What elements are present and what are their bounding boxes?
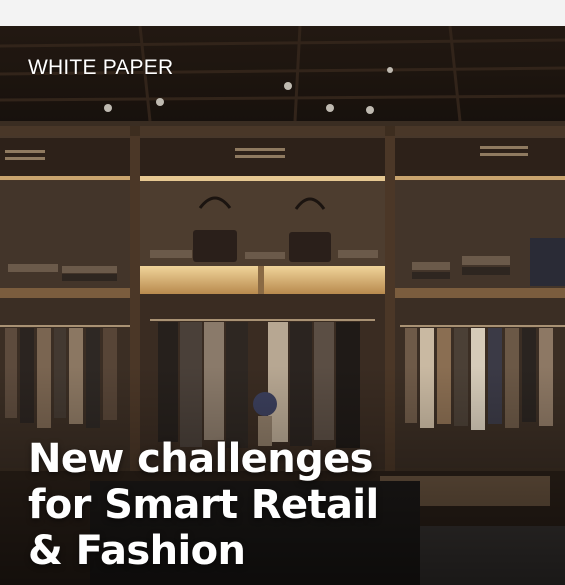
headline-line: for Smart Retail	[28, 482, 379, 528]
headline-line: & Fashion	[28, 528, 246, 574]
eyebrow-label: WHITE PAPER	[28, 56, 174, 79]
top-strip	[0, 0, 565, 26]
headline[interactable]: New challenges for Smart Retail & Fashio…	[28, 436, 408, 574]
white-paper-card[interactable]: WHITE PAPER New challenges for Smart Ret…	[0, 26, 565, 585]
headline-line: New challenges	[28, 436, 373, 482]
